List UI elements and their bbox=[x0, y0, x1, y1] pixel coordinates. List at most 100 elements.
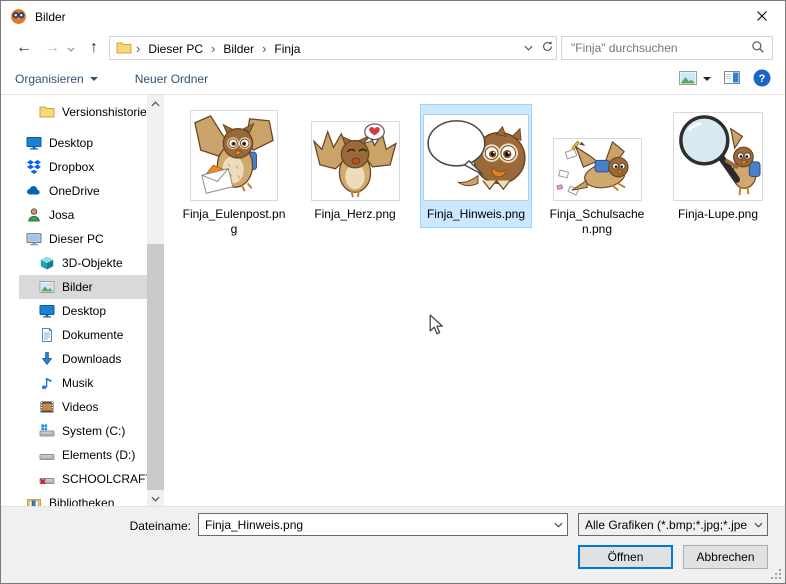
breadcrumb: ›Dieser PC›Bilder›Finja bbox=[109, 36, 539, 60]
organize-label: Organisieren bbox=[15, 72, 84, 86]
sidebar-item-label: Bilder bbox=[62, 280, 93, 294]
filename-input[interactable] bbox=[199, 518, 549, 532]
scroll-down-button[interactable] bbox=[147, 490, 164, 507]
sidebar-item-onedrive[interactable]: OneDrive bbox=[1, 179, 164, 203]
sidebar-item-elements-d[interactable]: Elements (D:) bbox=[1, 443, 164, 467]
sidebar-item-downloads[interactable]: Downloads bbox=[1, 347, 164, 371]
sidebar-scrollbar bbox=[147, 95, 164, 507]
filename-label: Dateiname: bbox=[1, 519, 191, 533]
sidebar-item-label: Versionshistorie bbox=[62, 105, 147, 119]
sidebar-item-label: Dieser PC bbox=[49, 232, 104, 246]
resize-grip-icon[interactable] bbox=[770, 568, 782, 580]
network-drive-offline-icon bbox=[39, 471, 55, 487]
back-arrow-icon: ← bbox=[16, 39, 32, 57]
owl-school-supplies-thumbnail bbox=[553, 138, 642, 201]
sidebar-item-label: Desktop bbox=[62, 304, 106, 318]
filetype-combobox[interactable]: Alle Grafiken (*.bmp;*.jpg;*.jpe bbox=[578, 513, 768, 536]
system-drive-icon bbox=[39, 423, 55, 439]
forward-button[interactable]: → bbox=[39, 36, 65, 60]
desktop-icon bbox=[39, 303, 55, 319]
sidebar-item-label: Josa bbox=[49, 208, 74, 222]
folder-icon bbox=[39, 104, 55, 120]
sidebar-tree: Versionshistorie Desktop Dropbox OneDrive Jo… bbox=[1, 95, 164, 507]
view-thumbnails-button[interactable] bbox=[679, 71, 711, 88]
file-thumbnail-area bbox=[190, 108, 278, 201]
cancel-button[interactable]: Abbrechen bbox=[683, 545, 768, 569]
sidebar-item-versionshistorie[interactable]: Versionshistorie bbox=[1, 100, 164, 124]
filetype-value: Alle Grafiken (*.bmp;*.jpg;*.jpe bbox=[579, 518, 749, 532]
file-thumbnail-area bbox=[311, 108, 400, 201]
user-icon bbox=[26, 207, 42, 223]
sidebar-item-desktop[interactable]: Desktop bbox=[1, 131, 164, 155]
file-item-finja-eulenpost-png[interactable]: Finja_Eulenpost.png bbox=[178, 104, 290, 243]
owl-heart-thumbnail bbox=[311, 121, 400, 201]
title-bar: Bilder bbox=[1, 1, 785, 32]
refresh-icon bbox=[541, 40, 554, 56]
film-icon bbox=[39, 399, 55, 415]
help-button[interactable]: ? bbox=[753, 69, 771, 90]
file-item-finja-herz-png[interactable]: Finja_Herz.png bbox=[299, 104, 411, 228]
breadcrumb-item-dieser-pc[interactable]: Dieser PC bbox=[144, 42, 207, 56]
breadcrumb-item-bilder[interactable]: Bilder bbox=[219, 42, 258, 56]
svg-text:?: ? bbox=[759, 73, 766, 85]
back-button[interactable]: ← bbox=[11, 36, 37, 60]
cube-icon bbox=[39, 255, 55, 271]
breadcrumb-separator-icon: › bbox=[258, 41, 270, 56]
sidebar-item-dropbox[interactable]: Dropbox bbox=[1, 155, 164, 179]
up-button[interactable]: ↑ bbox=[81, 36, 107, 60]
dialog-footer: Dateiname: Alle Grafiken (*.bmp;*.jpg;*.… bbox=[1, 506, 785, 583]
organize-button[interactable]: Organisieren bbox=[15, 72, 98, 86]
search-icon bbox=[751, 40, 765, 57]
sidebar-item-3d-objekte[interactable]: 3D-Objekte bbox=[1, 251, 164, 275]
owl-mail-thumbnail bbox=[190, 110, 278, 201]
file-item-finja-hinweis-png[interactable]: Finja_Hinweis.png bbox=[420, 104, 532, 228]
owl-magnifier-thumbnail bbox=[673, 112, 763, 201]
sidebar-item-dieser-pc[interactable]: Dieser PC bbox=[1, 227, 164, 251]
close-button[interactable] bbox=[739, 1, 785, 32]
sidebar-item-label: Dokumente bbox=[62, 328, 123, 342]
sidebar-item-videos[interactable]: Videos bbox=[1, 395, 164, 419]
refresh-button[interactable] bbox=[538, 36, 557, 60]
document-icon bbox=[39, 327, 55, 343]
sidebar-item-label: Musik bbox=[62, 376, 93, 390]
file-item-finja-schulsachen-png[interactable]: Finja_Schulsachen.png bbox=[541, 104, 653, 243]
file-thumbnail-area bbox=[673, 108, 763, 201]
address-bar: ← → ↑ ›Dieser PC›Bilder›Finja bbox=[1, 32, 785, 64]
sidebar-item-label: OneDrive bbox=[49, 184, 100, 198]
recent-locations-button[interactable] bbox=[63, 36, 79, 60]
search-input[interactable] bbox=[569, 40, 751, 56]
filename-dropdown-icon[interactable] bbox=[549, 522, 567, 528]
sidebar-item-musik[interactable]: Musik bbox=[1, 371, 164, 395]
breadcrumb-separator-icon: › bbox=[132, 41, 144, 56]
sidebar-item-label: Desktop bbox=[49, 136, 93, 150]
sidebar-item-label: SCHOOLCRAFT bbox=[62, 472, 153, 486]
preview-pane-button[interactable] bbox=[724, 71, 740, 87]
filename-combobox bbox=[198, 513, 568, 536]
chevron-down-icon bbox=[90, 77, 98, 81]
sidebar-item-label: Videos bbox=[62, 400, 98, 414]
sidebar-item-desktop[interactable]: Desktop bbox=[1, 299, 164, 323]
sidebar-item-system-c[interactable]: System (C:) bbox=[1, 419, 164, 443]
help-icon: ? bbox=[753, 69, 771, 90]
sidebar-item-label: Downloads bbox=[62, 352, 121, 366]
picture-view-icon bbox=[679, 71, 697, 88]
sidebar-item-schoolcraft[interactable]: SCHOOLCRAFT bbox=[1, 467, 164, 491]
chevron-down-icon bbox=[67, 39, 75, 57]
sidebar-item-bilder[interactable]: Bilder bbox=[1, 275, 164, 299]
file-tiles: Finja_Eulenpost.png Finja_Herz.png Finja_H… bbox=[164, 95, 785, 243]
breadcrumb-item-finja[interactable]: Finja bbox=[270, 42, 304, 56]
sidebar-item-bibliotheken[interactable]: Bibliotheken bbox=[1, 491, 164, 507]
file-item-finja-lupe-png[interactable]: Finja-Lupe.png bbox=[662, 104, 774, 228]
address-dropdown-icon[interactable] bbox=[518, 45, 538, 51]
sidebar-item-dokumente[interactable]: Dokumente bbox=[1, 323, 164, 347]
sidebar-item-josa[interactable]: Josa bbox=[1, 203, 164, 227]
onedrive-icon bbox=[26, 183, 42, 199]
new-folder-button[interactable]: Neuer Ordner bbox=[135, 72, 208, 86]
folder-icon bbox=[116, 40, 132, 56]
open-button[interactable]: Öffnen bbox=[578, 545, 673, 569]
desktop-icon bbox=[26, 135, 42, 151]
file-name-label: Finja_Herz.png bbox=[303, 207, 407, 222]
scroll-up-button[interactable] bbox=[147, 95, 164, 112]
file-name-label: Finja_Eulenpost.png bbox=[182, 207, 286, 237]
scrollbar-thumb[interactable] bbox=[147, 244, 164, 490]
